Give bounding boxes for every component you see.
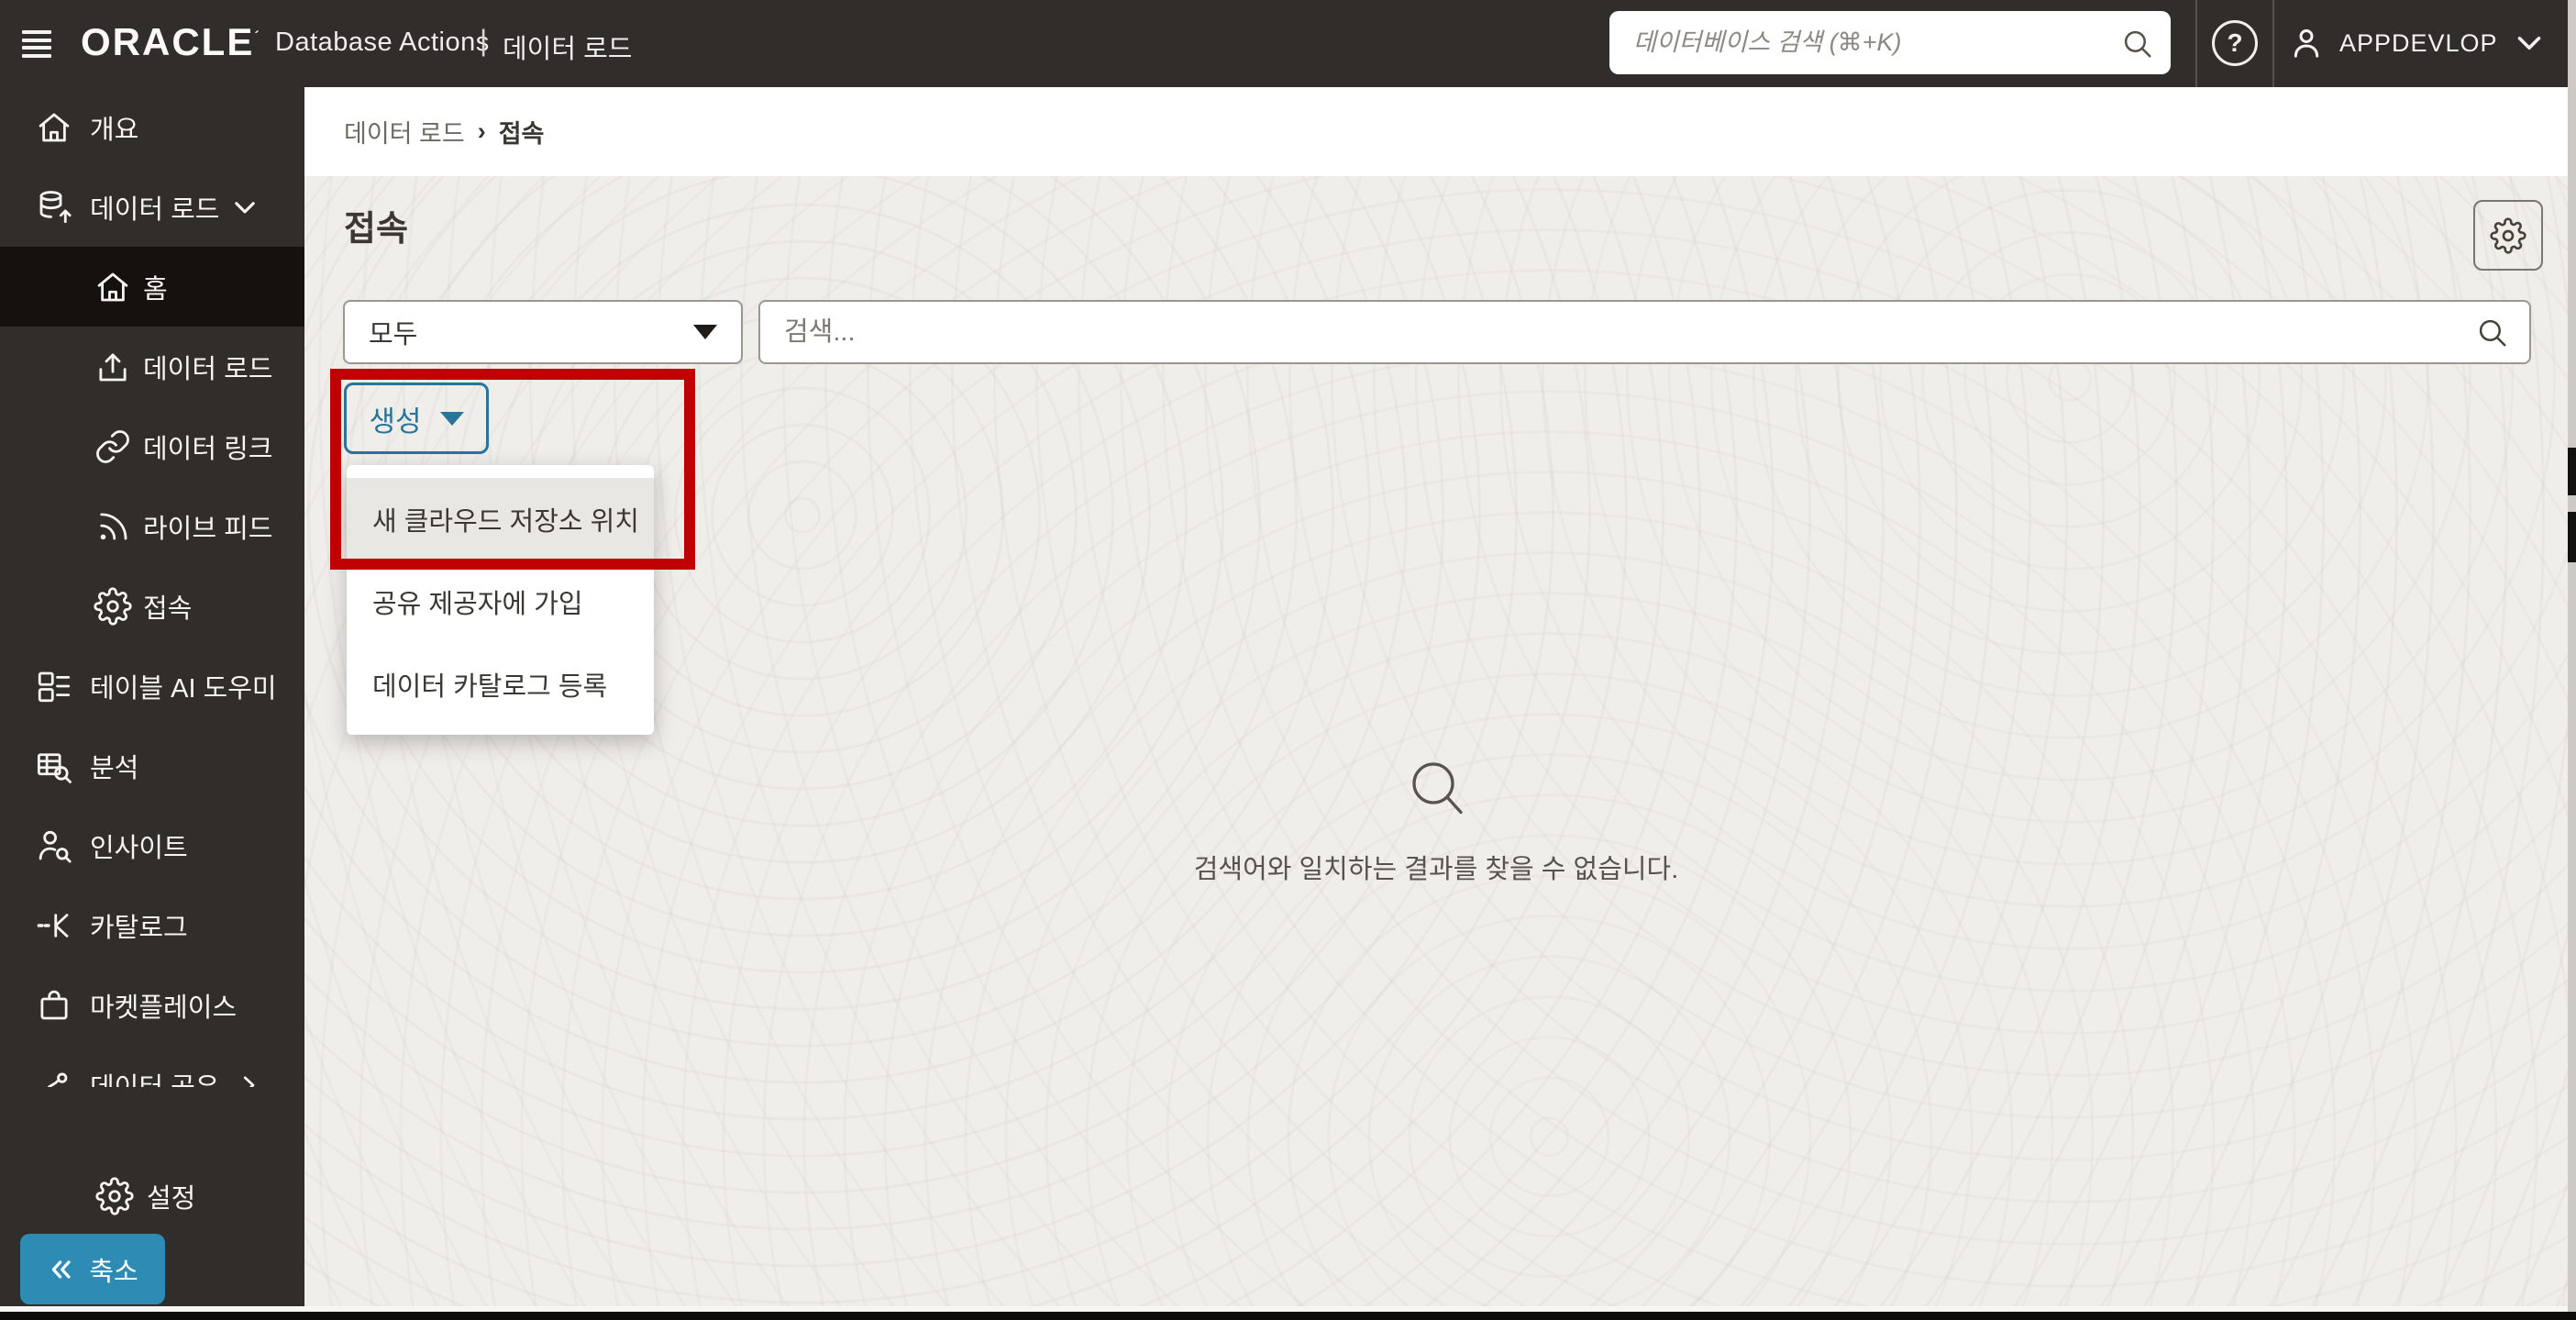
help-button[interactable]: ? (2212, 20, 2258, 66)
scrollbar-thumb[interactable] (2568, 512, 2576, 562)
menu-item-subscribe-share-provider[interactable]: 공유 제공자에 가입 (347, 560, 654, 643)
sidebar: 개요 데이터 로드 홈 데이터 로드 데이터 링크 라이브 피드 접속 테이블 … (0, 87, 304, 1306)
breadcrumb: 데이터 로드 › 접속 (304, 87, 2568, 176)
database-search-input[interactable] (1633, 28, 2119, 57)
sidebar-item-table-ai-assistant[interactable]: 테이블 AI 도우미 (0, 646, 304, 726)
upload-icon (94, 348, 132, 386)
connections-search-input[interactable] (784, 316, 2474, 348)
sidebar-item-connections[interactable]: 접속 (0, 566, 304, 646)
triangle-down-icon (439, 411, 464, 426)
table-ai-icon (35, 667, 73, 705)
home-icon (35, 108, 73, 147)
help-icon: ? (2227, 28, 2243, 57)
top-header: ORACLE´ Database Actions | 데이터 로드 ? APPD… (0, 0, 2576, 87)
workspace: 접속 모두 생성 새 클라우드 저장소 위치 공유 제공자에 가입 데이터 카탈… (304, 176, 2568, 1306)
page-title: 접속 (344, 210, 408, 249)
collapse-sidebar-button[interactable]: 축소 (20, 1234, 165, 1304)
user-icon (2288, 25, 2325, 61)
sidebar-item-data-load[interactable]: 데이터 로드 (0, 167, 304, 247)
feed-icon (94, 507, 132, 546)
user-menu[interactable]: APPDEVLOP (2288, 17, 2546, 70)
triangle-down-icon (693, 325, 717, 339)
chevron-down-icon (2513, 27, 2546, 60)
sidebar-item-data-sharing[interactable]: 데이터 공유 (0, 1045, 304, 1087)
header-divider (2195, 0, 2197, 87)
connections-search-box[interactable] (758, 300, 2531, 364)
sidebar-item-settings[interactable]: 설정 (0, 1167, 304, 1226)
oracle-logo-mark: ´ (254, 29, 261, 45)
table-search-icon (35, 747, 73, 785)
double-chevron-left-icon (47, 1255, 76, 1284)
sidebar-item-analysis[interactable]: 분석 (0, 726, 304, 805)
window-right-edge (2568, 0, 2576, 1320)
title-divider: | (480, 24, 488, 57)
page-settings-button[interactable] (2473, 200, 2543, 271)
filter-dropdown-value: 모두 (369, 320, 418, 349)
sidebar-item-insights[interactable]: 인사이트 (0, 805, 304, 885)
chevron-right-icon (235, 1071, 262, 1087)
gear-icon (95, 1177, 134, 1215)
sidebar-item-data-load-sub[interactable]: 데이터 로드 (0, 327, 304, 406)
oracle-logo: ORACLE´ (81, 20, 261, 63)
shopping-bag-icon (35, 986, 73, 1025)
create-button[interactable]: 생성 (344, 383, 489, 454)
chevron-down-icon (229, 192, 260, 223)
window-bottom-edge (0, 1312, 2576, 1320)
scrollbar-thumb[interactable] (2568, 448, 2576, 495)
breadcrumb-separator: › (477, 117, 486, 145)
sidebar-item-catalog[interactable]: 카탈로그 (0, 885, 304, 965)
breadcrumb-parent-link[interactable]: 데이터 로드 (344, 114, 465, 150)
search-icon (1403, 754, 1469, 824)
home-icon (94, 268, 132, 306)
sidebar-item-marketplace[interactable]: 마켓플레이스 (0, 965, 304, 1045)
empty-state: 검색어와 일치하는 결과를 찾을 수 없습니다. (304, 754, 2568, 886)
sidebar-item-overview[interactable]: 개요 (0, 87, 304, 167)
sidebar-item-home[interactable]: 홈 (0, 247, 304, 327)
sidebar-item-data-link[interactable]: 데이터 링크 (0, 406, 304, 486)
search-icon (2474, 315, 2509, 349)
empty-state-message: 검색어와 일치하는 결과를 찾을 수 없습니다. (1193, 855, 1679, 884)
user-name: APPDEVLOP (2339, 28, 2498, 57)
database-actions-window: ORACLE´ Database Actions | 데이터 로드 ? APPD… (0, 0, 2576, 1320)
search-icon (2119, 26, 2154, 61)
gear-icon (2490, 216, 2526, 254)
app-context-title: 데이터 로드 (503, 35, 633, 64)
sidebar-item-live-feed[interactable]: 라이브 피드 (0, 486, 304, 566)
menu-item-new-cloud-storage[interactable]: 새 클라우드 저장소 위치 (347, 478, 654, 560)
app-title: Database Actions (275, 28, 490, 57)
filter-dropdown[interactable]: 모두 (343, 300, 743, 364)
hamburger-menu-icon[interactable] (20, 27, 53, 61)
database-search-box[interactable] (1609, 11, 2171, 74)
gear-icon (94, 586, 132, 626)
main-content: 데이터 로드 › 접속 접속 모두 생성 새 클라우드 저장소 위 (304, 87, 2568, 1306)
database-upload-icon (35, 188, 73, 227)
menu-item-register-data-catalog[interactable]: 데이터 카탈로그 등록 (347, 643, 654, 726)
header-divider (2272, 0, 2274, 87)
person-search-icon (35, 826, 73, 865)
catalog-icon (35, 906, 73, 945)
breadcrumb-current: 접속 (498, 120, 545, 148)
link-icon (94, 427, 132, 466)
sidebar-nav: 개요 데이터 로드 홈 데이터 로드 데이터 링크 라이브 피드 접속 테이블 … (0, 87, 304, 1087)
create-dropdown-menu: 새 클라우드 저장소 위치 공유 제공자에 가입 데이터 카탈로그 등록 (347, 465, 654, 735)
share-key-icon (35, 1066, 73, 1087)
